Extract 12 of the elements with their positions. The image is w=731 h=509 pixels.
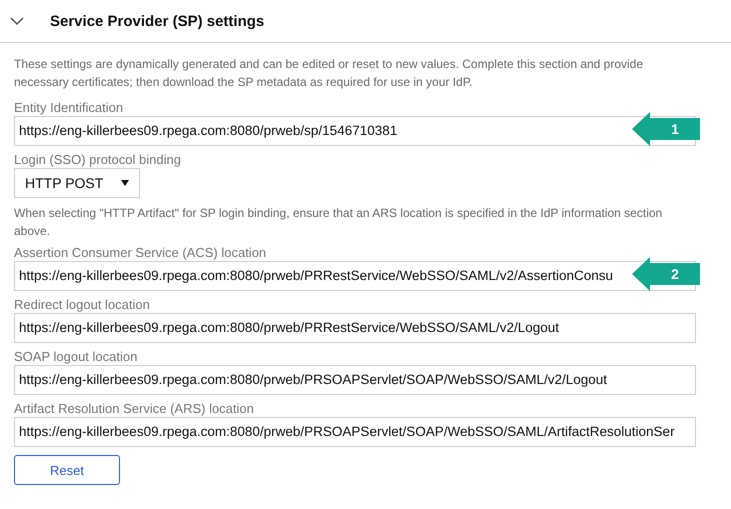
callout-number: 1 bbox=[670, 120, 680, 139]
description-text: These settings are dynamically generated and can be edited or reset to new values. Complete this section and provide necessary certificates; then download the SP metadata as required for use in your IdP. bbox=[14, 56, 644, 91]
field-label: Assertion Consumer Service (ACS) location bbox=[14, 244, 268, 261]
field-label: Redirect logout location bbox=[14, 296, 151, 313]
hint-text: When selecting "HTTP Artifact" for SP login binding, ensure that an ARS location is specified in the IdP information section above. bbox=[14, 205, 664, 240]
callout-number: 2 bbox=[670, 265, 680, 284]
field-label: Entity Identification bbox=[14, 99, 124, 116]
field-label: Artifact Resolution Service (ARS) location bbox=[14, 400, 255, 417]
dropdown-value: HTTP POST bbox=[25, 175, 104, 191]
field-label: Login (SSO) protocol binding bbox=[14, 151, 182, 168]
field-label: SOAP logout location bbox=[14, 348, 138, 365]
section-title: Service Provider (SP) settings bbox=[50, 12, 264, 30]
